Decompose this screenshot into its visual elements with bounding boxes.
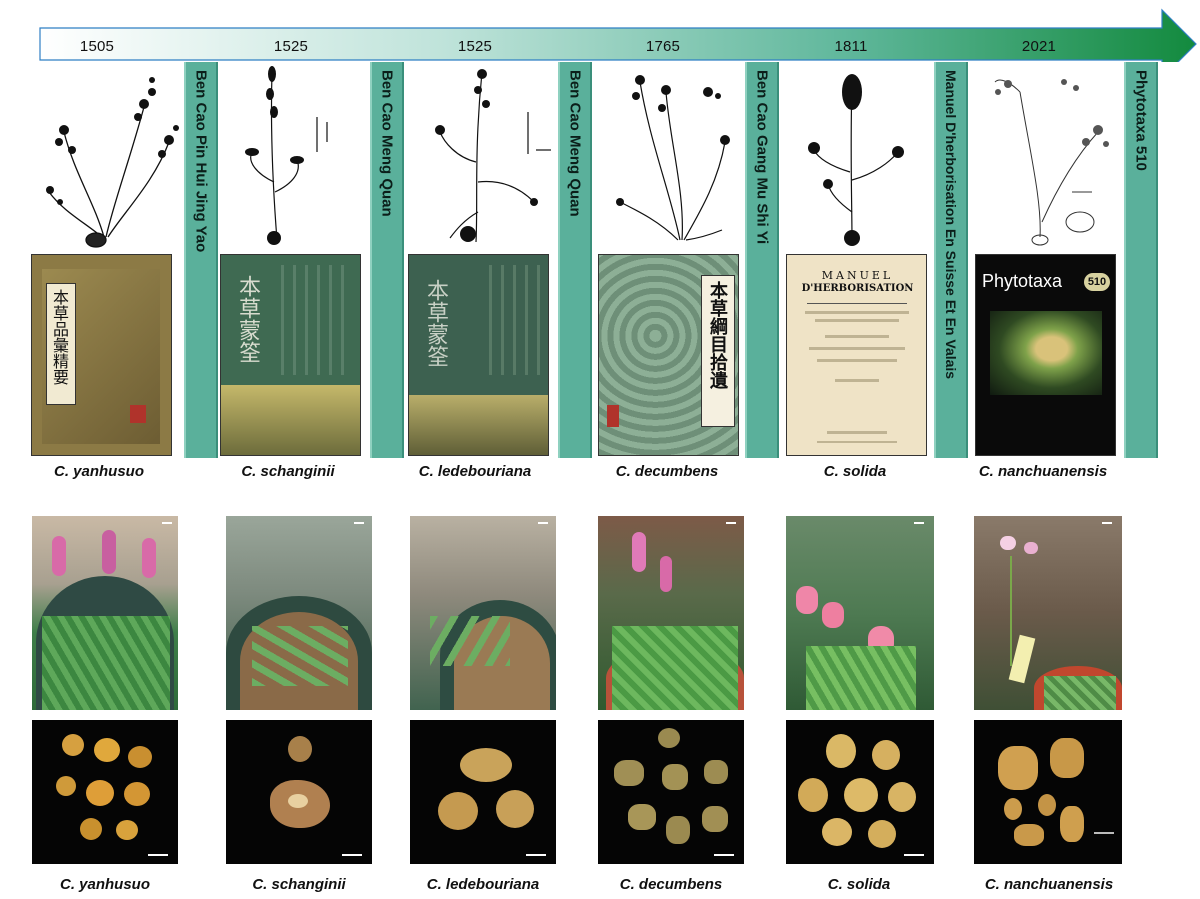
book-cover: Phytotaxa 510: [975, 254, 1116, 456]
book-cover: 本草綱目拾遺: [598, 254, 739, 456]
scale-bar: [904, 854, 924, 856]
year-label: 1765: [645, 38, 681, 55]
plant-photo: [410, 516, 556, 710]
plant-photo: [226, 516, 372, 710]
species-label: C. solida: [827, 876, 891, 893]
tuber-photo: [598, 720, 744, 864]
botanical-drawing: [616, 75, 730, 241]
cover-title: 本草蒙筌: [423, 279, 448, 367]
book-cover: 本草蒙筌: [220, 254, 361, 456]
issue-badge: 510: [1084, 273, 1110, 291]
book-title: Ben Cao Gang Mu Shi Yi: [753, 70, 771, 245]
cover-title: 本草蒙筌: [235, 275, 260, 363]
scale-bar: [538, 522, 548, 524]
cover-title: 本草品彙精要: [50, 289, 69, 385]
cover-title-line1: MANUEL: [821, 269, 894, 282]
species-label: C. ledebouriana: [418, 463, 532, 480]
species-label: C. nanchuanensis: [978, 463, 1108, 480]
tuber-photo: [226, 720, 372, 864]
scale-bar: [726, 522, 736, 524]
plant-photo: [786, 516, 934, 710]
plant-photo: [598, 516, 744, 710]
book-cover: MANUEL D'HERBORISATION: [786, 254, 927, 456]
journal-name: Phytotaxa: [982, 271, 1063, 291]
book-title: Ben Cao Pin Hui Jing Yao: [192, 70, 210, 253]
species-label: C. decumbens: [619, 876, 723, 893]
book-title: Ben Cao Meng Quan: [566, 70, 584, 217]
year-label: 1505: [79, 38, 115, 55]
species-label: C. ledebouriana: [426, 876, 540, 893]
scale-bar: [1094, 832, 1114, 834]
book-title: Phytotaxa 510: [1132, 70, 1150, 171]
botanical-drawing: [435, 69, 551, 243]
scale-bar: [342, 854, 362, 856]
botanical-drawing: [245, 66, 328, 245]
year-label: 1811: [834, 38, 868, 55]
book-cover: 本草品彙精要: [31, 254, 172, 456]
species-label: C. schanginii: [241, 463, 335, 480]
year-label: 1525: [457, 38, 493, 55]
book-title-bar: Ben Cao Meng Quan: [370, 62, 404, 458]
scale-bar: [914, 522, 924, 524]
year-label: 1525: [273, 38, 309, 55]
tuber-photo: [410, 720, 556, 864]
book-title: Manuel D'herborisation En Suisse Et En V…: [943, 70, 959, 380]
species-label: C. solida: [823, 463, 887, 480]
botanical-drawing: [808, 74, 904, 246]
species-label: C. decumbens: [615, 463, 719, 480]
scale-bar: [1102, 522, 1112, 524]
scale-bar: [162, 522, 172, 524]
scale-bar: [354, 522, 364, 524]
scale-bar: [526, 854, 546, 856]
tuber-photo: [974, 720, 1122, 864]
species-label: C. yanhusuo: [53, 463, 144, 480]
species-label: C. schanginii: [252, 876, 346, 893]
year-label: 2021: [1021, 38, 1057, 55]
book-cover: 本草蒙筌: [408, 254, 549, 456]
cover-title-line2: D'HERBORISATION: [801, 283, 914, 294]
book-title-bar: Ben Cao Gang Mu Shi Yi: [745, 62, 779, 458]
plant-photo: [32, 516, 178, 710]
species-label: C. nanchuanensis: [984, 876, 1114, 893]
scale-bar: [714, 854, 734, 856]
book-title: Ben Cao Meng Quan: [378, 70, 396, 217]
botanical-drawing: [46, 77, 179, 248]
book-title-bar: Ben Cao Pin Hui Jing Yao: [184, 62, 218, 458]
plant-photo: [974, 516, 1122, 710]
scale-bar: [148, 854, 168, 856]
cover-title: 本草綱目拾遺: [707, 281, 728, 389]
botanical-drawing: [994, 79, 1109, 246]
tuber-photo: [32, 720, 178, 864]
species-label: C. yanhusuo: [59, 876, 150, 893]
tuber-photo: [786, 720, 934, 864]
